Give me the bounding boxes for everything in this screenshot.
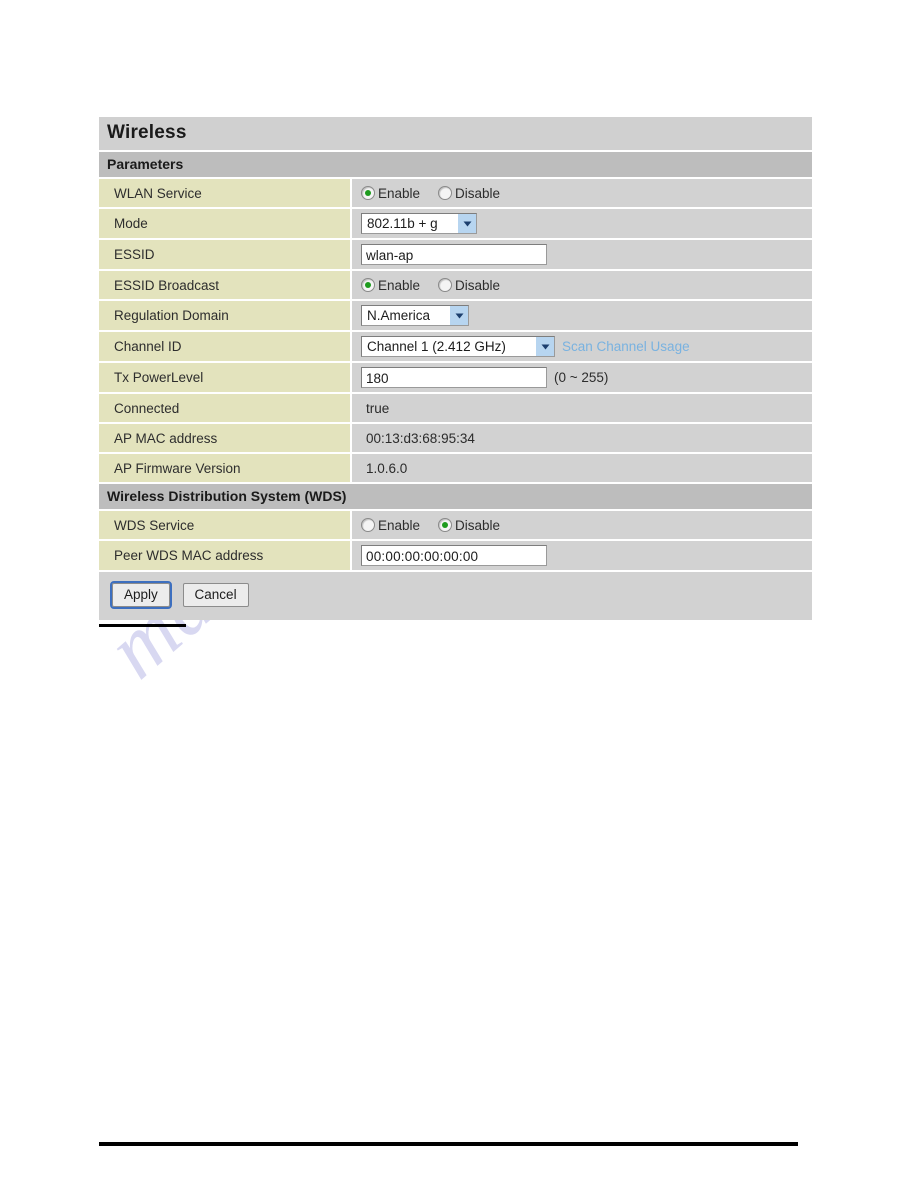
radio-label: Enable <box>378 277 421 293</box>
value-wds-service: Enable Disable <box>352 511 812 539</box>
value-ap-mac-address: 00:13:d3:68:95:34 <box>352 424 812 452</box>
cancel-button[interactable]: Cancel <box>182 583 249 607</box>
label-wlan-service: WLAN Service <box>99 179 352 207</box>
radio-label: Enable <box>378 517 421 533</box>
radio-wlan-service-enable[interactable]: Enable <box>361 186 420 201</box>
radio-dot-icon <box>438 518 453 532</box>
label-essid-broadcast: ESSID Broadcast <box>99 271 352 299</box>
row-regulation-domain: Regulation Domain N.America <box>99 301 812 332</box>
mode-select[interactable]: 802.11b + g <box>361 213 477 234</box>
value-essid-broadcast: Enable Disable <box>352 271 812 299</box>
value-channel-id: Channel 1 (2.412 GHz) Scan Channel Usage <box>352 332 812 361</box>
channel-id-select[interactable]: Channel 1 (2.412 GHz) <box>361 336 555 357</box>
radio-group-wds-service: Enable Disable <box>361 518 518 533</box>
chevron-down-icon[interactable] <box>535 337 554 356</box>
value-ap-firmware-version: 1.0.6.0 <box>352 454 812 482</box>
section-header-wds: Wireless Distribution System (WDS) <box>99 484 812 511</box>
label-tx-powerlevel: Tx PowerLevel <box>99 363 352 392</box>
radio-label: Disable <box>455 185 501 201</box>
form-actions: Apply Cancel <box>99 572 812 620</box>
tx-powerlevel-input[interactable]: 180 <box>361 367 547 388</box>
row-tx-powerlevel: Tx PowerLevel 180 (0 ~ 255) <box>99 363 812 394</box>
section-title-parameters: Parameters <box>107 156 184 172</box>
value-wlan-service: Enable Disable <box>352 179 812 207</box>
label-regulation-domain: Regulation Domain <box>99 301 352 330</box>
regulation-domain-select[interactable]: N.America <box>361 305 469 326</box>
label-connected: Connected <box>99 394 352 422</box>
row-channel-id: Channel ID Channel 1 (2.412 GHz) Scan Ch… <box>99 332 812 363</box>
value-essid: wlan-ap <box>352 240 812 269</box>
radio-essid-broadcast-disable[interactable]: Disable <box>438 278 500 293</box>
value-connected: true <box>352 394 812 422</box>
label-wds-service: WDS Service <box>99 511 352 539</box>
row-ap-mac-address: AP MAC address 00:13:d3:68:95:34 <box>99 424 812 454</box>
scan-channel-usage-link[interactable]: Scan Channel Usage <box>562 339 690 354</box>
label-essid: ESSID <box>99 240 352 269</box>
radio-group-essid-broadcast: Enable Disable <box>361 278 518 293</box>
radio-wds-service-enable[interactable]: Enable <box>361 518 420 533</box>
row-connected: Connected true <box>99 394 812 424</box>
peer-wds-mac-address-input[interactable]: 00:00:00:00:00:00 <box>361 545 547 566</box>
row-essid-broadcast: ESSID Broadcast Enable Disable <box>99 271 812 301</box>
label-channel-id: Channel ID <box>99 332 352 361</box>
label-peer-wds-mac-address: Peer WDS MAC address <box>99 541 352 570</box>
channel-id-select-value: Channel 1 (2.412 GHz) <box>367 339 506 354</box>
row-mode: Mode 802.11b + g <box>99 209 812 240</box>
radio-essid-broadcast-enable[interactable]: Enable <box>361 278 420 293</box>
label-ap-mac-address: AP MAC address <box>99 424 352 452</box>
label-mode: Mode <box>99 209 352 238</box>
row-wlan-service: WLAN Service Enable Disable <box>99 179 812 209</box>
radio-group-wlan-service: Enable Disable <box>361 186 518 201</box>
radio-dot-icon <box>361 518 375 532</box>
radio-label: Disable <box>455 517 501 533</box>
value-tx-powerlevel: 180 (0 ~ 255) <box>352 363 812 392</box>
page-title: Wireless <box>107 122 187 143</box>
row-peer-wds-mac-address: Peer WDS MAC address 00:00:00:00:00:00 <box>99 541 812 572</box>
page-footer-divider <box>99 1142 798 1146</box>
value-regulation-domain: N.America <box>352 301 812 330</box>
radio-label: Disable <box>455 277 501 293</box>
row-wds-service: WDS Service Enable Disable <box>99 511 812 541</box>
value-mode: 802.11b + g <box>352 209 812 238</box>
page-title-bar: Wireless <box>99 117 812 152</box>
chevron-down-icon[interactable] <box>449 306 468 325</box>
radio-dot-icon <box>438 278 453 292</box>
wireless-settings-panel: Wireless Parameters WLAN Service Enable … <box>99 117 812 620</box>
row-essid: ESSID wlan-ap <box>99 240 812 271</box>
section-title-wds: Wireless Distribution System (WDS) <box>107 488 347 504</box>
radio-wds-service-disable[interactable]: Disable <box>438 518 500 533</box>
radio-dot-icon <box>361 278 375 292</box>
row-ap-firmware-version: AP Firmware Version 1.0.6.0 <box>99 454 812 484</box>
radio-wlan-service-disable[interactable]: Disable <box>438 186 500 201</box>
value-peer-wds-mac-address: 00:00:00:00:00:00 <box>352 541 812 570</box>
apply-button[interactable]: Apply <box>110 581 172 609</box>
label-ap-firmware-version: AP Firmware Version <box>99 454 352 482</box>
chevron-down-icon[interactable] <box>457 214 476 233</box>
divider-below-panel <box>99 624 186 627</box>
section-header-parameters: Parameters <box>99 152 812 179</box>
essid-input[interactable]: wlan-ap <box>361 244 547 265</box>
tx-powerlevel-range-hint: (0 ~ 255) <box>554 370 609 385</box>
mode-select-value: 802.11b + g <box>367 216 438 231</box>
radio-label: Enable <box>378 185 421 201</box>
radio-dot-icon <box>438 186 453 200</box>
radio-dot-icon <box>361 186 375 200</box>
regulation-domain-select-value: N.America <box>367 308 431 323</box>
